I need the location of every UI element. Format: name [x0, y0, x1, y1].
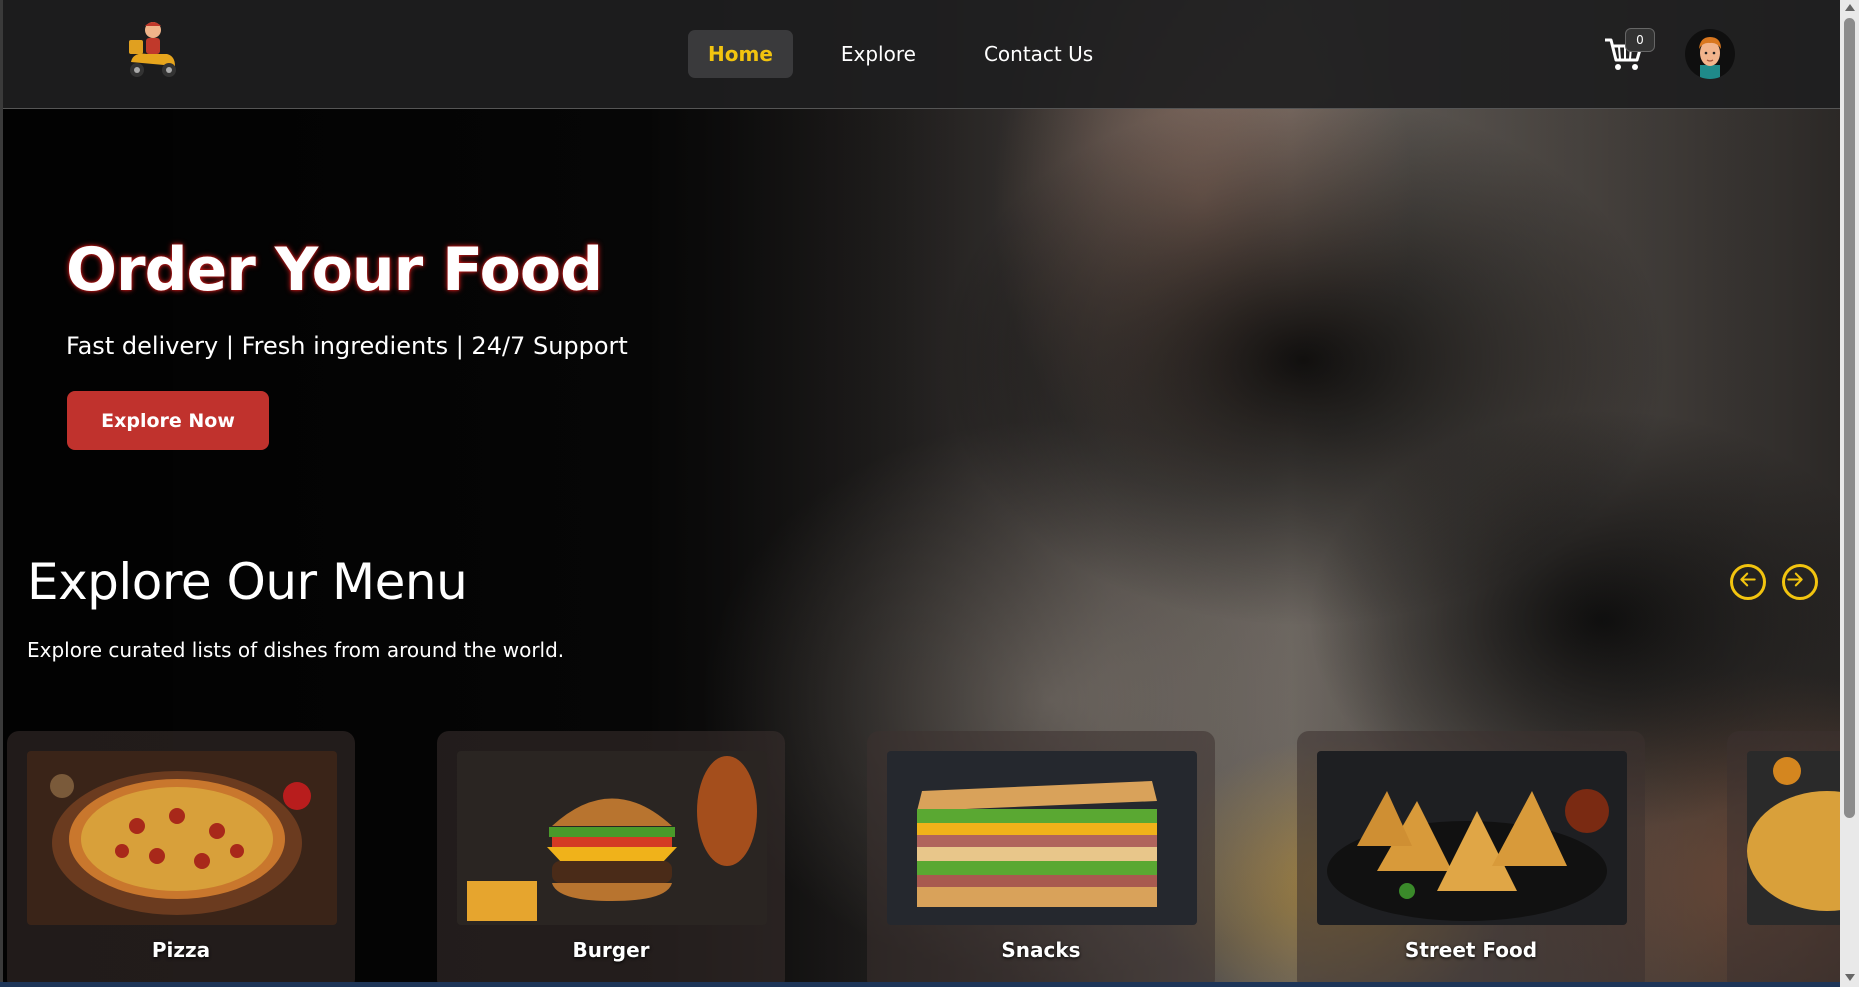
navbar: Home Explore Contact Us 0: [3, 0, 1843, 109]
category-card-street-food[interactable]: Street Food: [1297, 731, 1645, 982]
scroll-up-arrow-icon[interactable]: [1845, 4, 1855, 11]
delivery-scooter-icon[interactable]: [123, 16, 183, 86]
scroll-thumb[interactable]: [1844, 18, 1855, 818]
explore-now-button[interactable]: Explore Now: [67, 391, 269, 450]
arrow-left-circle-icon[interactable]: [1730, 564, 1766, 600]
category-label: Snacks: [1001, 938, 1081, 962]
category-label: Pizza: [151, 938, 211, 962]
hero-title: Order Your Food: [66, 235, 603, 305]
page-background: Home Explore Contact Us 0 Order Your Foo…: [0, 0, 1843, 982]
menu-section-title: Explore Our Menu: [27, 553, 468, 611]
pizza-image: [27, 751, 337, 925]
category-label: Burger: [572, 938, 650, 962]
nav-explore-link[interactable]: Explore: [821, 30, 936, 78]
scroll-down-arrow-icon[interactable]: [1845, 974, 1855, 981]
main-nav: Home Explore Contact Us: [688, 30, 1113, 78]
category-card-partial[interactable]: [1727, 731, 1843, 982]
category-card-snacks[interactable]: Snacks: [867, 731, 1215, 982]
category-card-pizza[interactable]: Pizza: [7, 731, 355, 982]
cart-count-badge: 0: [1625, 28, 1655, 52]
samosa-image: [1317, 751, 1627, 925]
page-scrollbar[interactable]: [1840, 0, 1859, 987]
biryani-image: [1747, 751, 1843, 925]
arrow-right-circle-icon[interactable]: [1782, 564, 1818, 600]
category-card-burger[interactable]: Burger: [437, 731, 785, 982]
burger-image: [457, 751, 767, 925]
nav-contact-link[interactable]: Contact Us: [964, 30, 1113, 78]
category-label: Street Food: [1404, 938, 1538, 962]
menu-section-subtitle: Explore curated lists of dishes from aro…: [27, 638, 565, 662]
sandwich-image: [887, 751, 1197, 925]
user-avatar-icon[interactable]: [1685, 29, 1735, 79]
nav-home-link[interactable]: Home: [688, 30, 793, 78]
hero-subtitle: Fast delivery | Fresh ingredients | 24/7…: [66, 332, 628, 360]
